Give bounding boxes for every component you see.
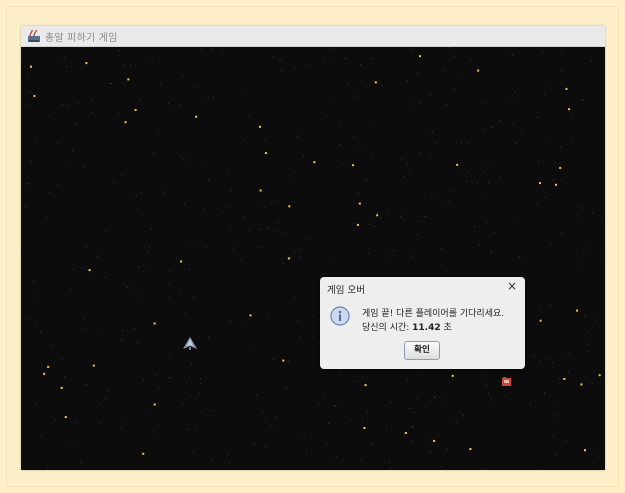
- time-unit: 초: [440, 323, 452, 333]
- dialog-time: 당신의 시간: 11.42 초: [362, 320, 452, 333]
- starfield: [22, 47, 604, 470]
- game-over-dialog: 게임 오버 × 게임 끝! 다른 플레이어를 기다리세요. 당신의 시간: 11…: [320, 277, 525, 369]
- enemy-block-icon: [502, 377, 511, 386]
- info-icon: [330, 306, 350, 326]
- game-play-area[interactable]: [21, 47, 605, 470]
- close-icon[interactable]: ×: [505, 279, 519, 293]
- dialog-message: 게임 끝! 다른 플레이어를 기다리세요.: [362, 309, 505, 319]
- spaceship-icon: [183, 337, 197, 350]
- window-titlebar: 총알 피하기 게임: [21, 26, 605, 47]
- time-value: 11.42: [412, 323, 441, 333]
- ok-button[interactable]: 확인: [404, 341, 440, 360]
- dialog-title: 게임 오버: [327, 285, 365, 296]
- time-label: 당신의 시간:: [362, 323, 413, 333]
- game-window: 총알 피하기 게임: [21, 26, 605, 470]
- java-app-icon: [28, 29, 40, 42]
- window-title: 총알 피하기 게임: [45, 33, 118, 44]
